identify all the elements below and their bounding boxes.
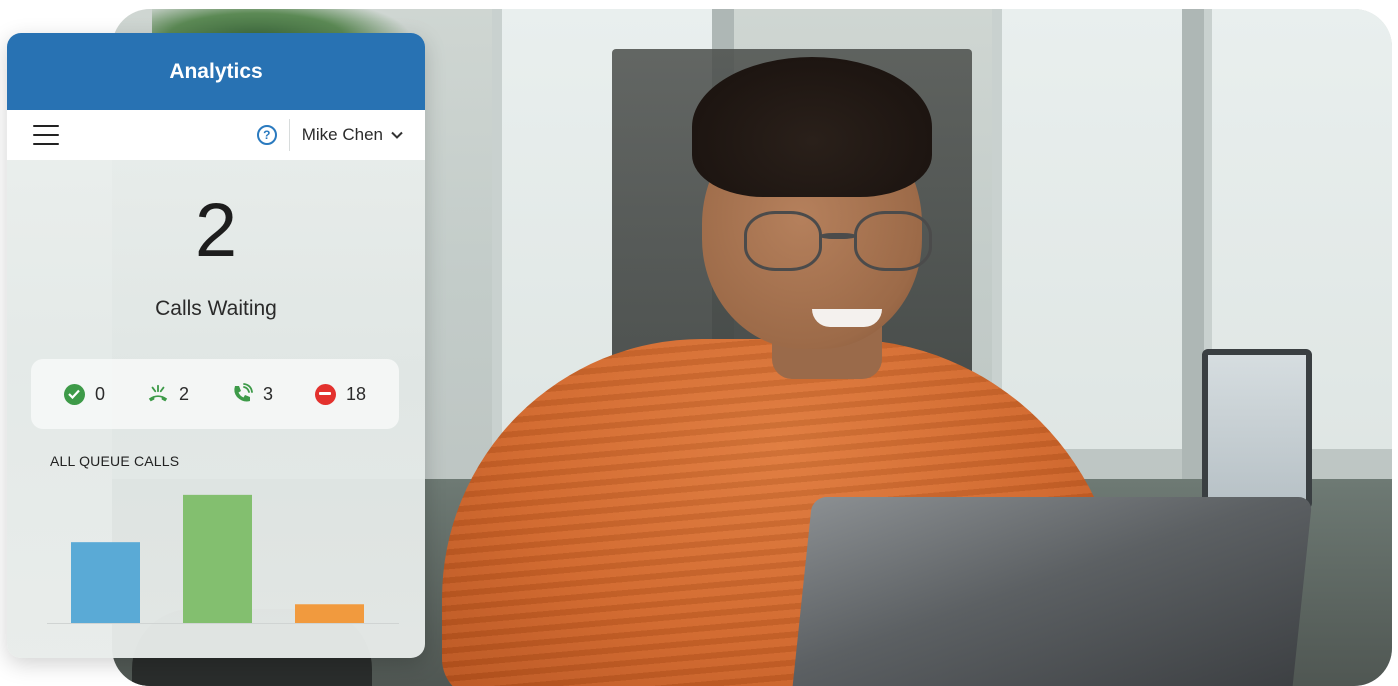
stat-dnd[interactable]: 18 xyxy=(314,383,366,405)
chevron-down-icon xyxy=(391,131,403,139)
stat-value: 18 xyxy=(345,383,366,404)
help-icon[interactable]: ? xyxy=(256,125,277,145)
user-name: Mike Chen xyxy=(301,125,383,144)
calls-waiting-label: Calls Waiting xyxy=(155,297,277,320)
toolbar: ? Mike Chen xyxy=(7,110,425,160)
window xyxy=(992,9,1192,449)
chart-title: ALL QUEUE CALLS xyxy=(50,453,180,469)
chart-bar xyxy=(71,542,140,623)
smile xyxy=(812,309,882,327)
chart-bar xyxy=(295,604,364,623)
analytics-card: Analytics ? Mike Chen 2 Calls Waiting 0 xyxy=(7,33,425,658)
do-not-disturb-icon xyxy=(314,383,336,405)
laptop xyxy=(791,497,1313,686)
window-frame xyxy=(1182,9,1204,479)
queue-calls-chart xyxy=(47,494,399,624)
glasses xyxy=(744,211,944,281)
chart-bar xyxy=(183,494,252,623)
calls-waiting-count: 2 xyxy=(194,188,238,273)
page-title: Analytics xyxy=(169,59,263,83)
status-summary: 0 2 3 18 xyxy=(31,359,399,429)
stat-value: 3 xyxy=(262,383,273,404)
divider xyxy=(288,119,290,151)
stat-value: 2 xyxy=(178,383,189,404)
monitor xyxy=(1202,349,1312,509)
missed-call-icon xyxy=(147,383,169,405)
user-menu[interactable]: Mike Chen xyxy=(302,125,403,145)
card-header: Analytics xyxy=(7,33,425,110)
person-hair xyxy=(692,57,932,197)
menu-icon[interactable] xyxy=(33,125,59,145)
stat-missed[interactable]: 2 xyxy=(147,383,189,405)
stat-available[interactable]: 0 xyxy=(63,383,105,405)
stat-active[interactable]: 3 xyxy=(231,383,273,405)
available-check-icon xyxy=(63,383,85,405)
stat-value: 0 xyxy=(94,383,105,404)
active-call-icon xyxy=(231,383,253,405)
